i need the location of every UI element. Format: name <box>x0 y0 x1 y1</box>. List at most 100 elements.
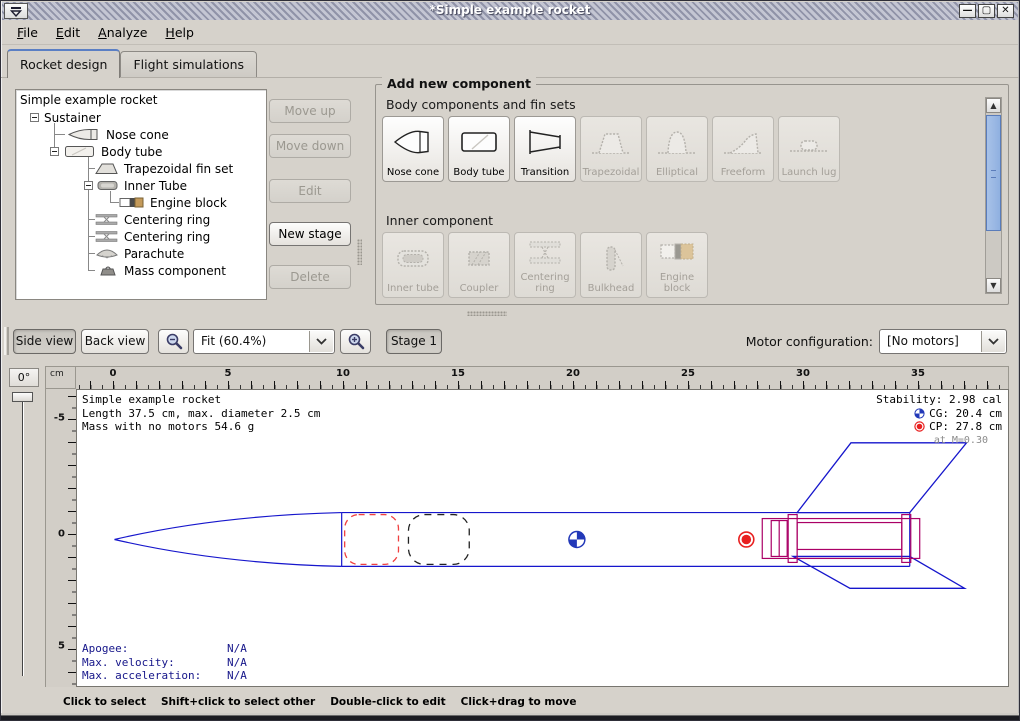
add-coupler-button[interactable]: Coupler <box>448 232 510 298</box>
engine-block-icon <box>118 196 146 209</box>
scroll-down-arrow[interactable]: ▼ <box>986 278 1001 293</box>
horizontal-splitter[interactable] <box>467 311 507 316</box>
add-trapezoidal-fin-button[interactable]: Trapezoidal <box>580 116 642 182</box>
vertical-ruler: -5 0 5 <box>45 389 76 687</box>
title-bar[interactable]: *Simple example rocket — ▢ ✕ <box>2 2 1018 20</box>
tree-item-nose-cone[interactable]: Nose cone <box>106 128 169 142</box>
maximize-button[interactable]: ▢ <box>978 4 995 18</box>
vertical-splitter[interactable] <box>357 239 362 265</box>
cg-marker <box>569 532 585 548</box>
tree-item-body-tube[interactable]: Body tube <box>101 145 162 159</box>
toolbar-grip[interactable] <box>4 327 9 355</box>
ruler-label: 10 <box>336 368 350 379</box>
cg-value: CG: 20.4 cm <box>929 407 1002 421</box>
motor-configuration-select[interactable]: [No motors] <box>879 329 1007 354</box>
stage1-toggle-button[interactable]: Stage 1 <box>386 329 442 354</box>
trapezoidal-fin-icon <box>590 126 632 158</box>
close-button[interactable]: ✕ <box>997 4 1014 18</box>
tab-rocket-design[interactable]: Rocket design <box>7 49 120 78</box>
ruler-label: 0 <box>110 368 117 379</box>
expander-inner-tube[interactable] <box>84 181 93 190</box>
motor-configuration-label: Motor configuration: <box>746 334 873 349</box>
edit-button[interactable]: Edit <box>269 179 351 203</box>
menu-file[interactable]: File <box>8 22 47 43</box>
zoom-in-button[interactable] <box>340 329 371 354</box>
parachute-icon <box>94 247 120 260</box>
ruler-label: 30 <box>796 368 810 379</box>
rotation-slider-handle[interactable] <box>12 392 33 402</box>
tree-item-centering-ring-2[interactable]: Centering ring <box>124 230 210 244</box>
tree-item-engine-block[interactable]: Engine block <box>150 196 227 210</box>
engine-block-icon <box>656 238 698 268</box>
move-up-button[interactable]: Move up <box>269 99 351 123</box>
max-velocity-label: Max. velocity: <box>82 656 227 670</box>
add-nose-cone-button[interactable]: Nose cone <box>382 116 444 182</box>
tree-item-mass-component[interactable]: Mass component <box>124 264 226 278</box>
rotation-angle-field[interactable]: 0° <box>9 368 39 387</box>
ruler-ticks <box>90 381 1008 389</box>
menu-help[interactable]: Help <box>156 22 203 43</box>
centering-ring-icon <box>94 230 120 243</box>
rocket-design-panel: Simple example rocket Sustainer Nose con… <box>1 77 1019 310</box>
inner-tube-icon <box>392 242 434 274</box>
menu-analyze[interactable]: Analyze <box>89 22 156 43</box>
launch-lug-icon <box>788 126 830 158</box>
figure-toolbar: Side view Back view Fit (60.4%) Stage 1 <box>1 321 1019 361</box>
add-engine-block-button[interactable]: Engine block <box>646 232 708 298</box>
max-velocity-value: N/A <box>227 656 247 669</box>
component-panel-scrollbar[interactable]: ▲ ▼ <box>985 97 1002 294</box>
cp-value: CP: 27.8 cm <box>929 420 1002 434</box>
add-inner-tube-button[interactable]: Inner tube <box>382 232 444 298</box>
stability-info: Stability: 2.98 cal CG: 20.4 cm CP: 27.8… <box>876 393 1002 447</box>
tab-flight-simulations[interactable]: Flight simulations <box>120 51 257 78</box>
add-centering-ring-button[interactable]: Centering ring <box>514 232 576 298</box>
new-stage-button[interactable]: New stage <box>269 222 351 246</box>
expander-sustainer[interactable] <box>30 113 39 122</box>
add-freeform-fin-button[interactable]: Freeform <box>712 116 774 182</box>
body-components-label: Body components and fin sets <box>386 97 576 112</box>
rocket-canvas[interactable]: Simple example rocket Length 37.5 cm, ma… <box>76 389 1009 687</box>
tree-item-sustainer[interactable]: Sustainer <box>44 111 101 125</box>
add-body-tube-button[interactable]: Body tube <box>448 116 510 182</box>
ruler-label: 5 <box>225 368 232 379</box>
component-tree[interactable]: Simple example rocket Sustainer Nose con… <box>15 89 267 300</box>
rotation-slider-track[interactable] <box>22 395 23 676</box>
add-launch-lug-button[interactable]: Launch lug <box>778 116 840 182</box>
expander-body-tube[interactable] <box>50 147 59 156</box>
add-bulkhead-button[interactable]: Bulkhead <box>580 232 642 298</box>
add-elliptical-fin-button[interactable]: Elliptical <box>646 116 708 182</box>
delete-button[interactable]: Delete <box>269 265 351 289</box>
inner-component-buttons: Inner tube Coupler Centering ring <box>382 232 708 298</box>
flight-estimates: Apogee:N/A Max. velocity:N/A Max. accele… <box>82 642 247 683</box>
coupler-icon <box>458 242 500 274</box>
back-view-button[interactable]: Back view <box>81 329 149 354</box>
minimize-button[interactable]: — <box>959 4 976 18</box>
scroll-up-arrow[interactable]: ▲ <box>986 98 1001 113</box>
zoom-in-icon <box>346 332 366 352</box>
add-transition-button[interactable]: Transition <box>514 116 576 182</box>
hint-drag: Click+drag to move <box>461 696 577 708</box>
max-acceleration-label: Max. acceleration: <box>82 669 227 683</box>
elliptical-fin-icon <box>656 126 698 158</box>
ruler-ticks <box>68 396 76 687</box>
application-window: *Simple example rocket — ▢ ✕ File Edit A… <box>0 0 1020 721</box>
inner-component-label: Inner component <box>386 213 493 228</box>
zoom-level-select[interactable]: Fit (60.4%) <box>193 329 335 354</box>
cp-legend-icon <box>914 421 925 432</box>
add-component-title: Add new component <box>382 76 536 91</box>
menu-edit[interactable]: Edit <box>47 22 89 43</box>
move-down-button[interactable]: Move down <box>269 134 351 158</box>
tree-item-parachute[interactable]: Parachute <box>124 247 184 261</box>
apogee-value: N/A <box>227 642 247 655</box>
centering-ring-icon <box>94 213 120 226</box>
side-view-button[interactable]: Side view <box>13 329 76 354</box>
tree-item-inner-tube[interactable]: Inner Tube <box>124 179 187 193</box>
tree-item-fin-set[interactable]: Trapezoidal fin set <box>124 162 233 176</box>
tree-item-rocket[interactable]: Simple example rocket <box>20 93 157 107</box>
zoom-out-button[interactable] <box>158 329 189 354</box>
scrollbar-thumb[interactable] <box>986 115 1001 231</box>
zoom-out-icon <box>164 332 184 352</box>
window-title: *Simple example rocket <box>2 3 1018 17</box>
tree-item-centering-ring-1[interactable]: Centering ring <box>124 213 210 227</box>
chevron-down-icon <box>981 331 1005 352</box>
